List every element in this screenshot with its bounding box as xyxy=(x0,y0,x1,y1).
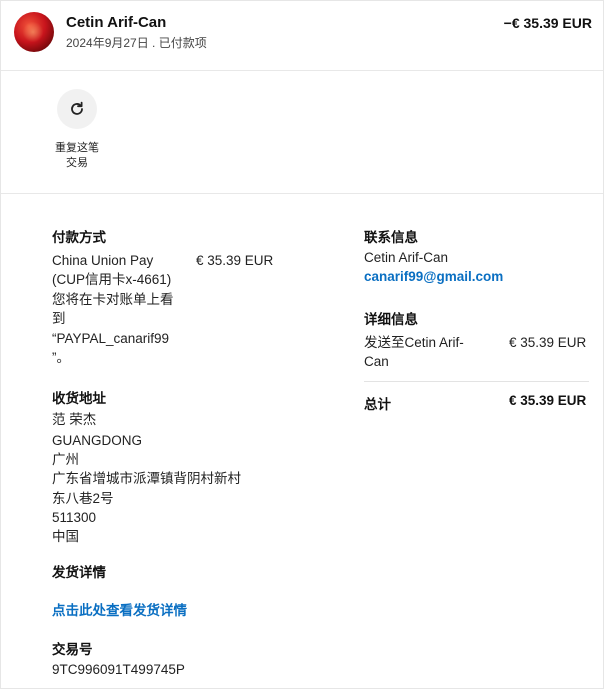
shipping-address-title: 收货地址 xyxy=(52,391,106,406)
payment-amount: € 35.39 EUR xyxy=(196,253,274,268)
transaction-details-page: Cetin Arif-Can 2024年9月27日 . 已付款项 −€ 35.3… xyxy=(0,0,604,689)
contact-email-link[interactable]: canarif99@gmail.com xyxy=(364,269,503,284)
payment-method-line-4: 到 xyxy=(52,311,66,326)
contact-info-title: 联系信息 xyxy=(364,230,418,245)
shipping-details-title: 发货详情 xyxy=(52,565,106,580)
address-line-4: 广东省增城市派潭镇背阴村新村 xyxy=(52,471,241,486)
total-label: 总计 xyxy=(364,397,391,412)
address-line-5: 东八巷2号 xyxy=(52,491,114,506)
transaction-id-title: 交易号 xyxy=(52,642,93,657)
details-divider xyxy=(364,381,589,382)
repeat-icon-circle[interactable] xyxy=(57,89,97,129)
repeat-transaction-label: 重复这笔交易 xyxy=(55,142,99,169)
address-line-6: 511300 xyxy=(52,510,97,525)
sent-to-line-2: Can xyxy=(364,354,389,369)
details-title: 详细信息 xyxy=(364,312,418,327)
view-shipping-details-link[interactable]: 点击此处查看发货详情 xyxy=(52,599,187,619)
transaction-id: 9TC996091T499745P xyxy=(52,662,185,677)
address-line-3: 广州 xyxy=(52,452,79,467)
address-line-7: 中国 xyxy=(52,529,79,544)
total-amount: € 35.39 EUR xyxy=(509,393,587,408)
actions-bar: 重复这笔交易 xyxy=(1,71,603,194)
sent-amount: € 35.39 EUR xyxy=(509,335,587,350)
refresh-icon xyxy=(71,101,83,115)
address-line-2: GUANGDONG xyxy=(52,433,143,448)
payee-name: Cetin Arif-Can xyxy=(66,14,167,31)
payment-method-line-1: China Union Pay xyxy=(52,253,154,268)
transaction-amount: −€ 35.39 EUR xyxy=(503,15,592,31)
address-line-1: 范 荣杰 xyxy=(52,412,97,427)
contact-name: Cetin Arif-Can xyxy=(364,250,449,265)
sent-to-line-1: 发送至Cetin Arif- xyxy=(364,335,464,350)
payment-method-line-3: 您将在卡对账单上看 xyxy=(52,292,174,307)
transaction-header: Cetin Arif-Can 2024年9月27日 . 已付款项 −€ 35.3… xyxy=(1,1,603,71)
avatar xyxy=(14,12,54,52)
payment-method-line-6: ”。 xyxy=(52,350,70,365)
transaction-date-status: 2024年9月27日 . 已付款项 xyxy=(66,36,207,50)
payment-method-line-2: (CUP信用卡x-4661) xyxy=(52,272,172,287)
payment-method-line-5: “PAYPAL_canarif99 xyxy=(52,331,170,346)
repeat-transaction-button[interactable]: 重复这笔交易 xyxy=(47,89,107,171)
payment-method-title: 付款方式 xyxy=(52,230,106,245)
